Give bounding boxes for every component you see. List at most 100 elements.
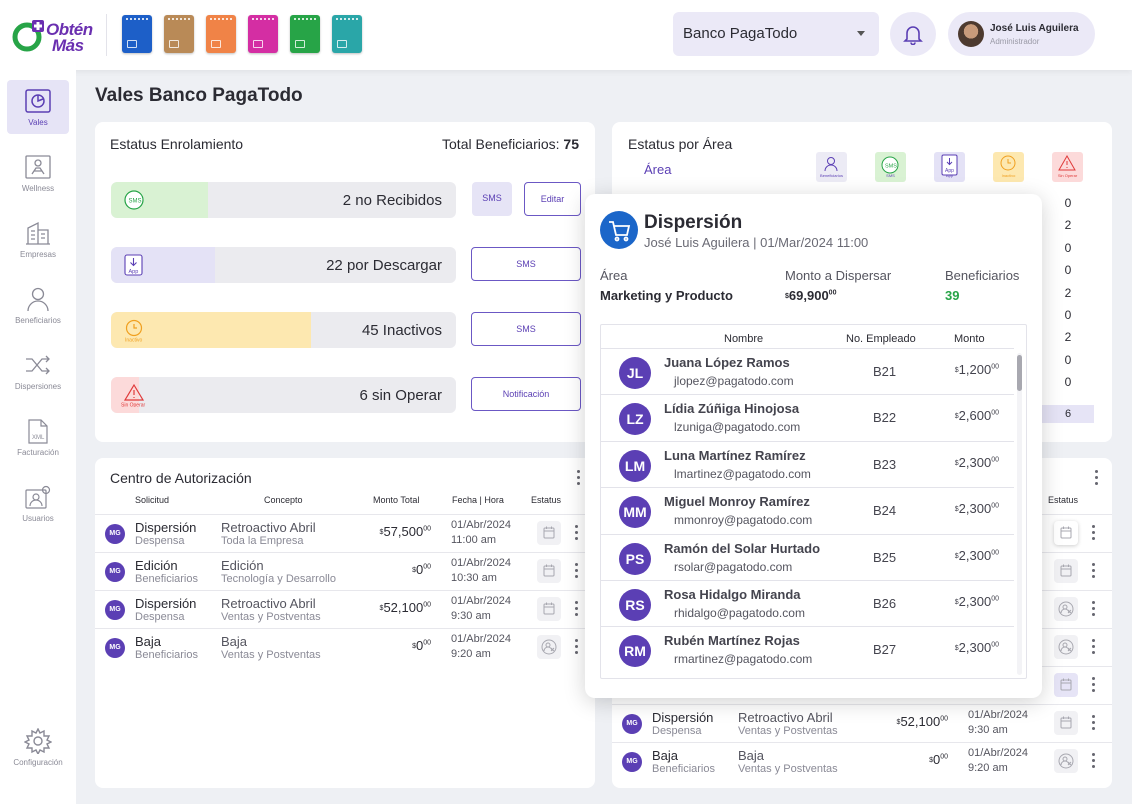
row-menu-button[interactable] [575, 601, 579, 617]
beneficiario-name: Lídia Zúñiga Hinojosa [664, 401, 800, 417]
table-scrollbar[interactable] [1017, 353, 1022, 675]
cart-icon [609, 221, 631, 242]
table-row[interactable]: MG Dispersión Despensa Retroactivo Abril Tod… [95, 514, 595, 552]
enrol-status-row: SMS 2 no Recibidos [111, 182, 456, 218]
notifications-button[interactable] [890, 12, 936, 56]
area-status-icons: Beneficiarios SMS SMS App App Inactivo Sin Ope… [816, 152, 1083, 182]
status-button[interactable] [1054, 711, 1078, 735]
users-gear-icon [25, 485, 51, 509]
table-row[interactable]: MG Dispersión Despensa Retroactivo Abril Ven… [612, 704, 1112, 742]
page-title: Vales Banco PagaTodo [95, 85, 303, 106]
monto-cents: 00 [991, 363, 999, 371]
table-row[interactable]: MG Edición Beneficiarios Edición Tecnología … [95, 552, 595, 590]
row-menu-button[interactable] [1092, 563, 1096, 579]
status-button[interactable] [1054, 635, 1078, 659]
monto-cents: 00 [991, 549, 999, 557]
obten-mas-logo[interactable]: Obtén Más [12, 14, 102, 56]
solicitud-sub: Beneficiarios [135, 649, 198, 661]
sms-button[interactable]: SMS [471, 312, 581, 346]
beneficiario-row[interactable]: LM Luna Martínez Ramírez lmartinez@pagatod… [601, 440, 1014, 487]
table-row[interactable]: MG Baja Beneficiarios Baja Ventas y Postvent… [95, 628, 595, 666]
total-beneficiarios: Total Beneficiarios: 75 [442, 136, 579, 152]
sidebar-item-label: Wellness [21, 184, 55, 193]
sidebar-item-label: Beneficiarios [15, 316, 61, 325]
row-menu-button[interactable] [1092, 639, 1096, 655]
row-menu-button[interactable] [1092, 753, 1096, 769]
status-button[interactable] [537, 521, 561, 545]
beneficiario-row[interactable]: JL Juana López Ramos jlopez@pagatodo.com B2… [601, 348, 1014, 394]
notificacion-button[interactable]: Notificación [471, 377, 581, 411]
dispersion-title: Dispersión [644, 212, 743, 233]
bank-select[interactable]: Banco PagaTodo [673, 12, 879, 56]
area-status-icon-box: Beneficiarios [816, 152, 847, 182]
status-button[interactable] [1054, 559, 1078, 583]
status-button[interactable] [1054, 673, 1078, 697]
row-menu-button[interactable] [575, 525, 579, 541]
sidebar-item-dispersiones[interactable]: Dispersiones [7, 344, 69, 398]
row-menu-button[interactable] [1092, 601, 1096, 617]
beneficiario-row[interactable]: LZ Lídia Zúñiga Hinojosa lzuniga@pagatodo.… [601, 394, 1014, 440]
panel-menu-button[interactable] [1095, 470, 1098, 488]
svg-text:Inactivo: Inactivo [125, 338, 142, 343]
avatar: RM [619, 635, 651, 668]
svg-text:SMS: SMS [885, 164, 897, 170]
card-teal[interactable] [332, 15, 362, 53]
sidebar-item-beneficiarios[interactable]: Beneficiarios [7, 278, 69, 332]
area-count-column: 0 2 0 0 2 0 2 0 0 [1058, 192, 1078, 394]
card-gold[interactable] [164, 15, 194, 53]
no-empleado: B27 [873, 642, 897, 658]
card-orange[interactable] [206, 15, 236, 53]
concepto-sub: Ventas y Postventas [221, 649, 321, 661]
status-button[interactable] [537, 559, 561, 583]
editar-button[interactable]: Editar [524, 182, 581, 216]
sms-button[interactable]: SMS [472, 182, 512, 216]
enrol-icon-wrapper: App [121, 253, 147, 277]
enrolamiento-title: Estatus Enrolamiento [110, 136, 244, 152]
status-button[interactable] [1054, 749, 1078, 773]
table-row[interactable]: MG Dispersión Despensa Retroactivo Abril Ven… [95, 590, 595, 628]
status-button[interactable] [1054, 521, 1078, 545]
scrollbar-thumb[interactable] [1017, 355, 1022, 391]
row-menu-button[interactable] [575, 563, 579, 579]
status-button[interactable] [1054, 597, 1078, 621]
row-menu-button[interactable] [1092, 677, 1096, 693]
beneficiario-monto: $2,30000 [955, 548, 999, 563]
monto-cents: 00 [423, 639, 431, 647]
avatar [958, 21, 984, 47]
no-empleado: B21 [873, 364, 897, 379]
sidebar-item-vales[interactable]: Vales [7, 80, 69, 134]
beneficiario-name: Miguel Monroy Ramírez [664, 494, 810, 510]
user-name: José Luis Aguilera [990, 23, 1079, 34]
row-menu-button[interactable] [575, 639, 579, 655]
sidebar-item-label: Vales [28, 118, 48, 127]
row-menu-button[interactable] [1092, 525, 1096, 541]
beneficiario-row[interactable]: RM Rubén Martínez Rojas rmartinez@pagatodo… [601, 626, 1014, 672]
card-blue[interactable] [122, 15, 152, 53]
concepto-sub: Ventas y Postventas [738, 725, 838, 737]
table-row[interactable]: MG Baja Beneficiarios Baja Ventas y Postvent… [612, 742, 1112, 780]
beneficiario-row[interactable]: PS Ramón del Solar Hurtado rsolar@pagatodo… [601, 533, 1014, 580]
beneficiarios-label: Beneficiarios [945, 268, 1020, 283]
avatar: MG [105, 524, 125, 544]
sidebar-item-configuracion[interactable]: Configuración [7, 720, 69, 774]
calendar-icon [1060, 716, 1072, 729]
col-monto-total: Monto Total [373, 495, 420, 505]
status-button[interactable] [537, 635, 561, 659]
status-button[interactable] [537, 597, 561, 621]
concepto: Baja [738, 748, 765, 763]
card-magenta[interactable] [248, 15, 278, 53]
sidebar-item-usuarios[interactable]: Usuarios [7, 476, 69, 530]
beneficiario-monto: $1,20000 [955, 362, 999, 377]
card-green[interactable] [290, 15, 320, 53]
panel-menu-button[interactable] [577, 470, 580, 488]
beneficiario-row[interactable]: RS Rosa Hidalgo Miranda rhidalgo@pagatodo.… [601, 580, 1014, 626]
sidebar-item-empresas[interactable]: Empresas [7, 212, 69, 266]
row-menu-button[interactable] [1092, 715, 1096, 731]
col-concepto: Concepto [264, 495, 303, 505]
user-menu[interactable]: José Luis Aguilera Administrador [948, 12, 1095, 56]
beneficiario-row[interactable]: MM Miguel Monroy Ramírez mmonroy@pagatodo.… [601, 487, 1014, 533]
sidebar-item-facturacion[interactable]: XML Facturación [7, 410, 69, 464]
sidebar-item-wellness[interactable]: Wellness [7, 146, 69, 200]
monto-value: 2,300 [958, 594, 992, 609]
sms-button[interactable]: SMS [471, 247, 581, 281]
